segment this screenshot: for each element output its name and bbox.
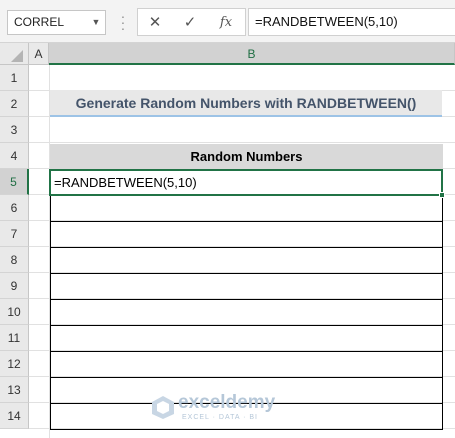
row-header-12[interactable]: 12 bbox=[0, 351, 29, 377]
table-row-border bbox=[50, 273, 443, 274]
formula-input[interactable]: =RANDBETWEEN(5,10) bbox=[248, 8, 455, 36]
table-row-border bbox=[50, 325, 443, 326]
chevron-down-icon[interactable]: ▼ bbox=[86, 10, 106, 35]
row-header-14[interactable]: 14 bbox=[0, 403, 29, 429]
table-row-border bbox=[50, 247, 443, 248]
row-header-8[interactable]: 8 bbox=[0, 247, 29, 273]
fx-icon[interactable]: fx bbox=[212, 10, 240, 35]
table-row-border bbox=[50, 299, 443, 300]
column-header-a[interactable]: A bbox=[29, 43, 49, 65]
active-cell-b5[interactable]: =RANDBETWEEN(5,10) bbox=[49, 169, 443, 196]
row-header-9[interactable]: 9 bbox=[0, 273, 29, 299]
column-header-b[interactable]: B bbox=[49, 43, 455, 65]
table-row-border bbox=[50, 221, 443, 222]
row-header-6[interactable]: 6 bbox=[0, 195, 29, 221]
watermark-tagline: EXCEL · DATA · BI bbox=[182, 414, 258, 421]
watermark-brand: exceldemy bbox=[178, 392, 276, 413]
table-row-border bbox=[50, 377, 443, 378]
table-row-border bbox=[50, 351, 443, 352]
row-header-3[interactable]: 3 bbox=[0, 117, 29, 143]
exceldemy-logo-icon bbox=[152, 396, 174, 419]
row-header-10[interactable]: 10 bbox=[0, 299, 29, 325]
exceldemy-watermark: exceldemy EXCEL · DATA · BI bbox=[150, 392, 310, 426]
fill-handle[interactable] bbox=[439, 192, 445, 198]
close-icon[interactable]: ✕ bbox=[141, 10, 169, 35]
row-header-5[interactable]: 5 bbox=[0, 169, 29, 195]
gridline bbox=[29, 142, 455, 143]
row-header-1[interactable]: 1 bbox=[0, 65, 29, 91]
row-header-13[interactable]: 13 bbox=[0, 377, 29, 403]
drag-handle-icon[interactable]: · · · bbox=[116, 9, 130, 35]
row-header-11[interactable]: 11 bbox=[0, 325, 29, 351]
select-all-icon bbox=[11, 50, 23, 62]
table-header-random-numbers[interactable]: Random Numbers bbox=[50, 144, 443, 170]
sheet-title[interactable]: Generate Random Numbers with RANDBETWEEN… bbox=[50, 90, 442, 117]
check-icon[interactable]: ✓ bbox=[176, 10, 204, 35]
row-header-2[interactable]: 2 bbox=[0, 91, 29, 117]
row-header-4[interactable]: 4 bbox=[0, 143, 29, 169]
row-header-7[interactable]: 7 bbox=[0, 221, 29, 247]
